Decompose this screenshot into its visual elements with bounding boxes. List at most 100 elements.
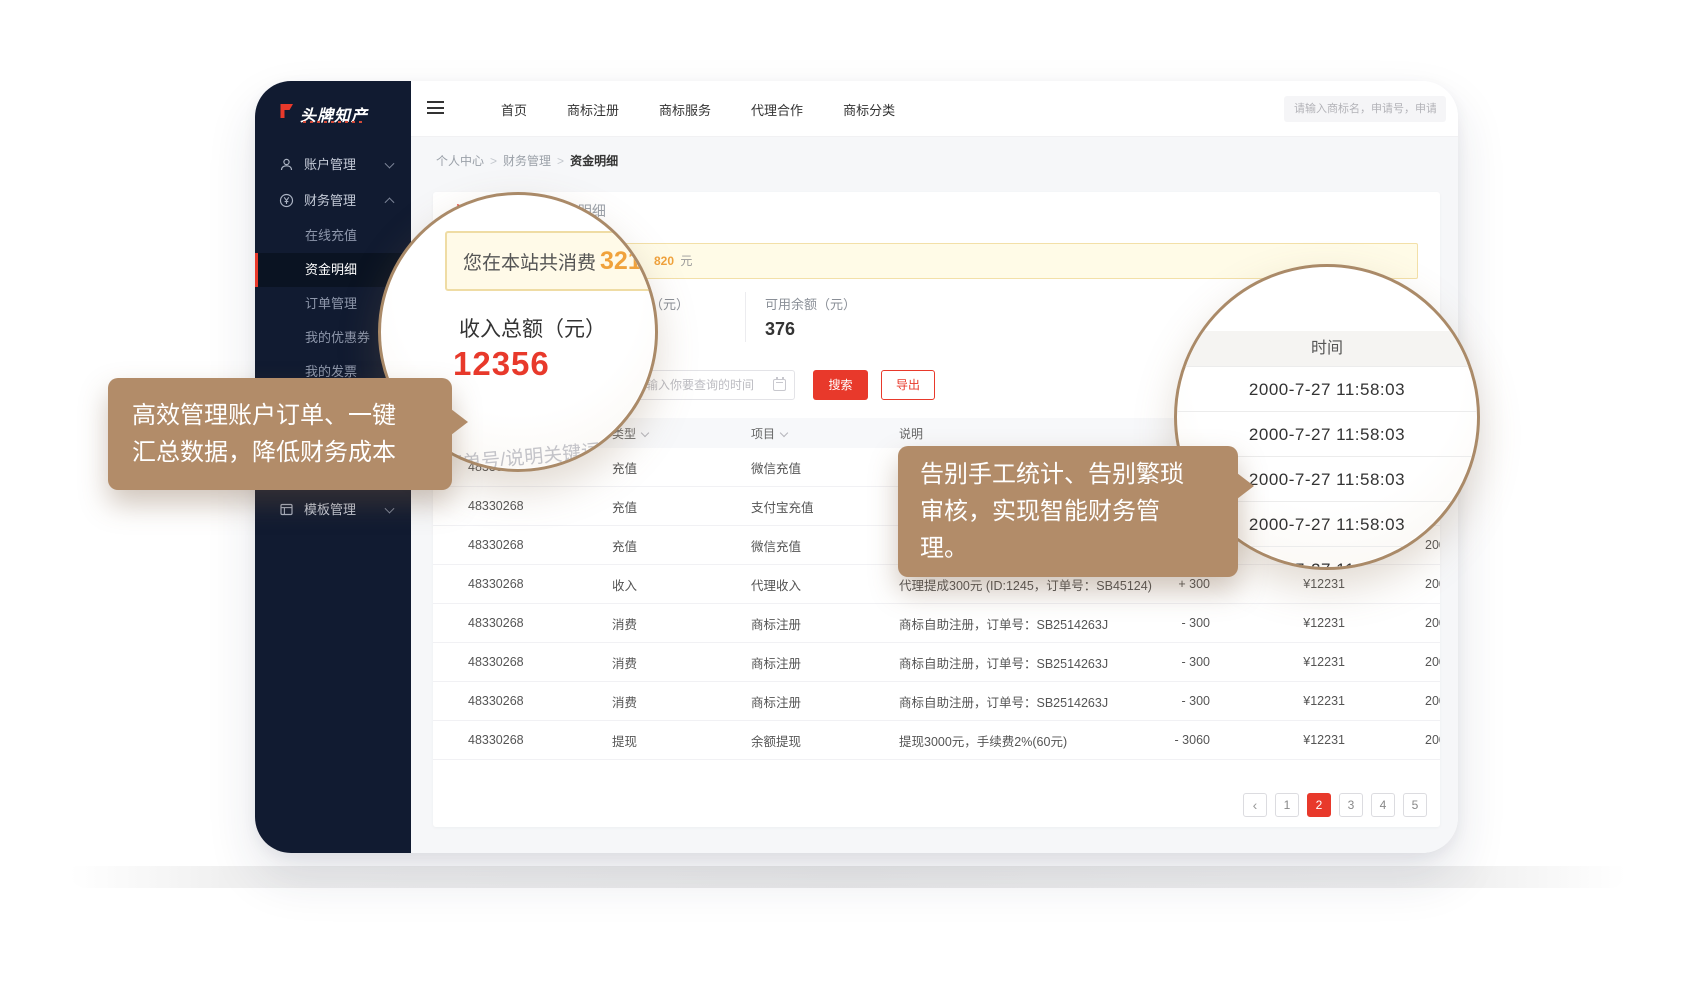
cell-description: 提现3000元，手续费2%(60元) <box>899 731 1165 750</box>
tooltip-line: 告别手工统计、告别繁琐 <box>920 456 1216 493</box>
stat-balance: 可用余额（元） 376 <box>765 294 856 340</box>
topnav: 首页 商标注册 商标服务 代理合作 商标分类 <box>411 81 1458 137</box>
cell-amount: - 3060 <box>1165 733 1210 747</box>
laptop-base <box>70 866 1626 888</box>
cell-order-number: 48330268 <box>468 577 612 591</box>
sidebar-item-在线充值[interactable]: 在线充值 <box>255 219 411 253</box>
column-header-项目[interactable]: 项目 <box>751 425 899 442</box>
sort-caret-icon <box>641 428 649 436</box>
cell-type: 消费 <box>612 614 751 633</box>
nav-item-商标分类[interactable]: 商标分类 <box>843 100 895 119</box>
cell-time: 2000-7-27 11:58:03 <box>1345 655 1440 669</box>
lens-banner: 您在本站共消费32124元 <box>445 231 658 291</box>
tooltip-line: 汇总数据，降低财务成本 <box>132 434 428 471</box>
cell-description: 商标自助注册，订单号：SB2514263J <box>899 614 1165 633</box>
cell-type: 收入 <box>612 575 751 594</box>
column-header-说明: 说明 <box>899 425 1165 442</box>
cell-project: 商标注册 <box>751 614 899 633</box>
cell-type: 充值 <box>612 458 751 477</box>
cell-project: 商标注册 <box>751 653 899 672</box>
cell-type: 提现 <box>612 731 751 750</box>
breadcrumb-part-财务管理[interactable]: 财务管理 <box>503 154 551 168</box>
lens-banner-prefix: 您在本站共消费 <box>463 253 596 274</box>
trademark-search-input[interactable] <box>1284 96 1446 122</box>
cell-order-number: 48330268 <box>468 538 612 552</box>
logo-tagline <box>303 121 365 123</box>
sidebar-item-label: 订单管理 <box>305 296 357 311</box>
sidebar-item-模板管理[interactable]: 模板管理 <box>255 492 411 528</box>
cell-description: 商标自助注册，订单号：SB2514263J <box>899 692 1165 711</box>
stat-balance-label: 可用余额（元） <box>765 294 856 313</box>
cell-balance: ¥12231 <box>1210 655 1345 669</box>
tooltip-line: 审核，实现智能财务管 <box>920 493 1216 530</box>
cell-time: 2000-7-27 11:58:03 <box>1345 616 1440 630</box>
cell-description: 商标自助注册，订单号：SB2514263J <box>899 653 1165 672</box>
lens-income-value: 12356 <box>453 345 550 383</box>
screenshot-stage: 头牌知产 账户管理财务管理在线充值资金明细订单管理我的优惠券我的发票模板管理 首… <box>0 0 1696 1002</box>
pagination-page-1[interactable]: 1 <box>1275 793 1299 817</box>
tooltip-line: 理。 <box>920 530 1216 567</box>
export-button[interactable]: 导出 <box>881 370 935 400</box>
table-row: 48330268消费商标注册商标自助注册，订单号：SB2514263J- 300… <box>433 604 1440 643</box>
chevron-down-icon <box>385 159 395 169</box>
consumption-banner-text: 820 元 <box>654 244 692 278</box>
cell-order-number: 48330268 <box>468 616 612 630</box>
pagination-page-5[interactable]: 5 <box>1403 793 1427 817</box>
pagination-prev[interactable]: ‹ <box>1243 793 1267 817</box>
chevron-up-icon <box>385 197 395 207</box>
sidebar-item-label: 模板管理 <box>304 502 356 517</box>
sidebar-item-label: 资金明细 <box>305 262 357 277</box>
breadcrumb-part-个人中心[interactable]: 个人中心 <box>436 154 484 168</box>
sort-caret-icon <box>780 428 788 436</box>
cell-amount: - 300 <box>1165 694 1210 708</box>
cell-project: 微信充值 <box>751 536 899 555</box>
tooltip-right: 告别手工统计、告别繁琐审核，实现智能财务管理。 <box>898 446 1238 577</box>
search-button[interactable]: 搜索 <box>813 370 868 400</box>
sidebar-item-label: 账户管理 <box>304 157 356 172</box>
finance-icon <box>279 193 294 208</box>
cell-balance: ¥12231 <box>1210 733 1345 747</box>
lens-income-label: 收入总额（元） <box>459 313 606 343</box>
breadcrumb-part-资金明细: 资金明细 <box>570 154 618 168</box>
cell-order-number: 48330268 <box>468 733 612 747</box>
hamburger-icon[interactable] <box>427 101 444 114</box>
pagination-page-4[interactable]: 4 <box>1371 793 1395 817</box>
cell-balance: ¥12231 <box>1210 694 1345 708</box>
chevron-down-icon <box>385 504 395 514</box>
nav-item-商标服务[interactable]: 商标服务 <box>659 100 711 119</box>
cell-project: 代理收入 <box>751 575 899 594</box>
cell-amount: - 300 <box>1165 616 1210 630</box>
pagination-page-3[interactable]: 3 <box>1339 793 1363 817</box>
tooltip-right-arrow <box>1237 473 1254 499</box>
breadcrumb: 个人中心 > 财务管理 > 资金明细 <box>436 152 618 169</box>
pagination-page-2[interactable]: 2 <box>1307 793 1331 817</box>
sidebar-item-财务管理[interactable]: 财务管理 <box>255 183 411 219</box>
sidebar-item-账户管理[interactable]: 账户管理 <box>255 147 411 183</box>
cell-project: 商标注册 <box>751 692 899 711</box>
sidebar-item-label: 财务管理 <box>304 193 356 208</box>
cell-order-number: 48330268 <box>468 694 612 708</box>
sidebar-item-label: 在线充值 <box>305 228 357 243</box>
cell-project: 微信充值 <box>751 458 899 477</box>
cell-order-number: 48330268 <box>468 499 612 513</box>
tooltip-line: 高效管理账户订单、一键 <box>132 397 428 434</box>
cell-type: 消费 <box>612 692 751 711</box>
cell-project: 支付宝充值 <box>751 497 899 516</box>
nav-item-首页[interactable]: 首页 <box>501 100 527 119</box>
consumption-unit: 元 <box>680 254 692 268</box>
user-icon <box>279 157 294 172</box>
stat-balance-value: 376 <box>765 319 856 340</box>
column-header-类型[interactable]: 类型 <box>612 425 751 442</box>
sidebar-item-label: 我的优惠券 <box>305 330 370 345</box>
breadcrumb-separator: > <box>557 154 564 168</box>
cell-description: 代理提成300元 (ID:1245，订单号：SB45124) <box>899 575 1165 594</box>
tooltip-left: 高效管理账户订单、一键汇总数据，降低财务成本 <box>108 378 452 490</box>
cell-amount: - 300 <box>1165 655 1210 669</box>
tooltip-left-arrow <box>451 409 468 435</box>
cell-type: 充值 <box>612 497 751 516</box>
cell-order-number: 48330268 <box>468 655 612 669</box>
nav-item-商标注册[interactable]: 商标注册 <box>567 100 619 119</box>
lens-time-row: 2000-7-27 11:58:03 <box>1177 367 1477 412</box>
breadcrumb-separator: > <box>490 154 497 168</box>
nav-item-代理合作[interactable]: 代理合作 <box>751 100 803 119</box>
